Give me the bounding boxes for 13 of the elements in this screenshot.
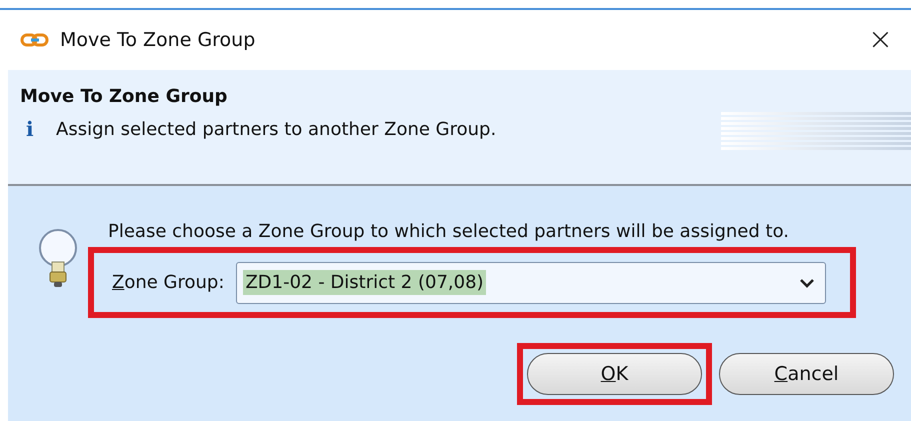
dialog-button[interactable]: Cancel <box>719 353 894 395</box>
prompt-text: Please choose a Zone Group to which selected partners will be assigned to. <box>108 221 789 242</box>
header-message: Assign selected partners to another Zone Group. <box>56 118 496 140</box>
chevron-down-icon <box>799 278 816 288</box>
chain-link-icon <box>20 32 50 48</box>
header-title: Move To Zone Group <box>20 86 228 107</box>
close-button[interactable]: × <box>864 25 897 55</box>
lightbulb-icon <box>36 228 80 290</box>
info-icon: i <box>20 117 56 141</box>
field-label: Zone Group: <box>112 272 224 293</box>
window-title: Move To Zone Group <box>60 29 256 51</box>
zone-group-dropdown[interactable]: ZD1-02 - District 2 (07,08) <box>236 262 826 304</box>
dialog-button[interactable]: OK <box>527 353 702 395</box>
